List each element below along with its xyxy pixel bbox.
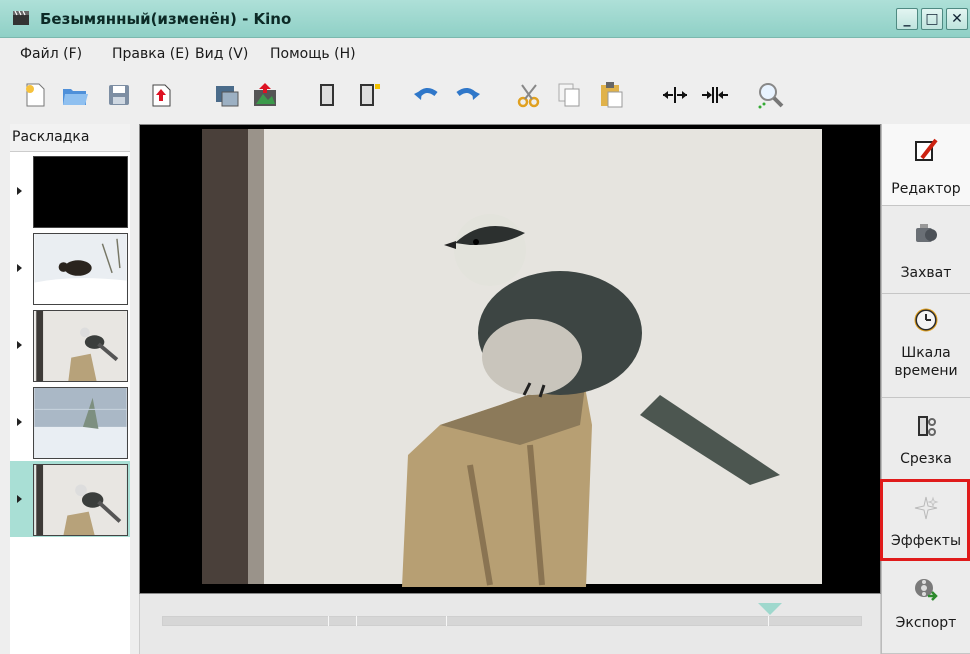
paste-icon[interactable] [596,80,626,110]
trim-icon [918,416,936,436]
new-file-icon[interactable] [20,80,50,110]
scene-thumbnail[interactable] [33,156,128,228]
undo-icon[interactable] [412,80,442,110]
expand-arrow-icon[interactable] [17,187,22,195]
insert-after-icon[interactable] [354,80,384,110]
tab-capture[interactable]: Захват [882,206,970,294]
split-scene-icon[interactable] [660,80,690,110]
scene-row-selected[interactable] [10,461,130,537]
cut-icon[interactable] [514,80,544,110]
camcorder-icon [916,224,937,242]
scene-thumbnail[interactable] [33,233,128,305]
open-folder-icon[interactable] [60,80,90,110]
scrubber-handle[interactable] [758,603,782,615]
insert-before-icon[interactable] [312,80,342,110]
scene-boundary-marker [356,616,357,626]
save-frame-icon[interactable] [212,80,242,110]
tab-export[interactable]: Экспорт [882,560,970,654]
close-button[interactable]: ✕ [946,8,968,30]
scene-thumbnail[interactable] [33,464,128,536]
toolbar [0,70,970,122]
scene-boundary-marker [768,616,769,626]
storyboard-panel: Раскладка [10,124,130,654]
redo-icon[interactable] [452,80,482,110]
title-bar: Безымянный(изменён) - Kino _ □ ✕ [0,0,970,38]
clock-icon [914,308,938,332]
expand-arrow-icon[interactable] [17,264,22,272]
tab-timeline[interactable]: Шкала времени [882,294,970,398]
copy-icon[interactable] [554,80,584,110]
scene-row[interactable] [10,230,130,306]
mode-tabs: Редактор Захват Шкала времени Срезка Эфф… [881,124,970,654]
scene-row[interactable] [10,384,130,460]
save-as-icon[interactable] [146,80,176,110]
scene-thumbnail[interactable] [33,310,128,382]
editor-icon [915,138,938,161]
scene-row[interactable] [10,153,130,229]
scrubber-track[interactable] [162,616,862,626]
expand-arrow-icon[interactable] [17,341,22,349]
save-icon[interactable] [104,80,134,110]
menu-bar: Файл (F) Правка (E) Вид (V) Помощь (H) [0,38,970,70]
menu-file[interactable]: Файл (F) [20,46,82,62]
kino-clapper-icon [13,10,29,25]
scene-boundary-marker [328,616,329,626]
film-export-icon [915,579,938,601]
menu-edit[interactable]: Правка (E) [112,46,190,62]
scene-row[interactable] [10,307,130,383]
effects-tab-highlight [880,479,970,561]
expand-arrow-icon[interactable] [17,495,22,503]
expand-arrow-icon[interactable] [17,418,22,426]
maximize-button[interactable]: □ [921,8,943,30]
scene-boundary-marker [446,616,447,626]
menu-help[interactable]: Помощь (H) [270,46,356,62]
zoom-icon[interactable] [756,80,786,110]
join-scenes-icon[interactable] [700,80,730,110]
menu-view[interactable]: Вид (V) [195,46,248,62]
tab-editor[interactable]: Редактор [882,124,970,206]
scene-thumbnail[interactable] [33,387,128,459]
window-title: Безымянный(изменён) - Kino [40,10,292,28]
storyboard-header: Раскладка [10,124,130,152]
tab-trim[interactable]: Срезка [882,398,970,480]
video-frame-image [140,125,880,593]
video-preview[interactable] [139,124,881,594]
export-image-icon[interactable] [250,80,280,110]
scrubber-bar [139,594,881,654]
minimize-button[interactable]: _ [896,8,918,30]
